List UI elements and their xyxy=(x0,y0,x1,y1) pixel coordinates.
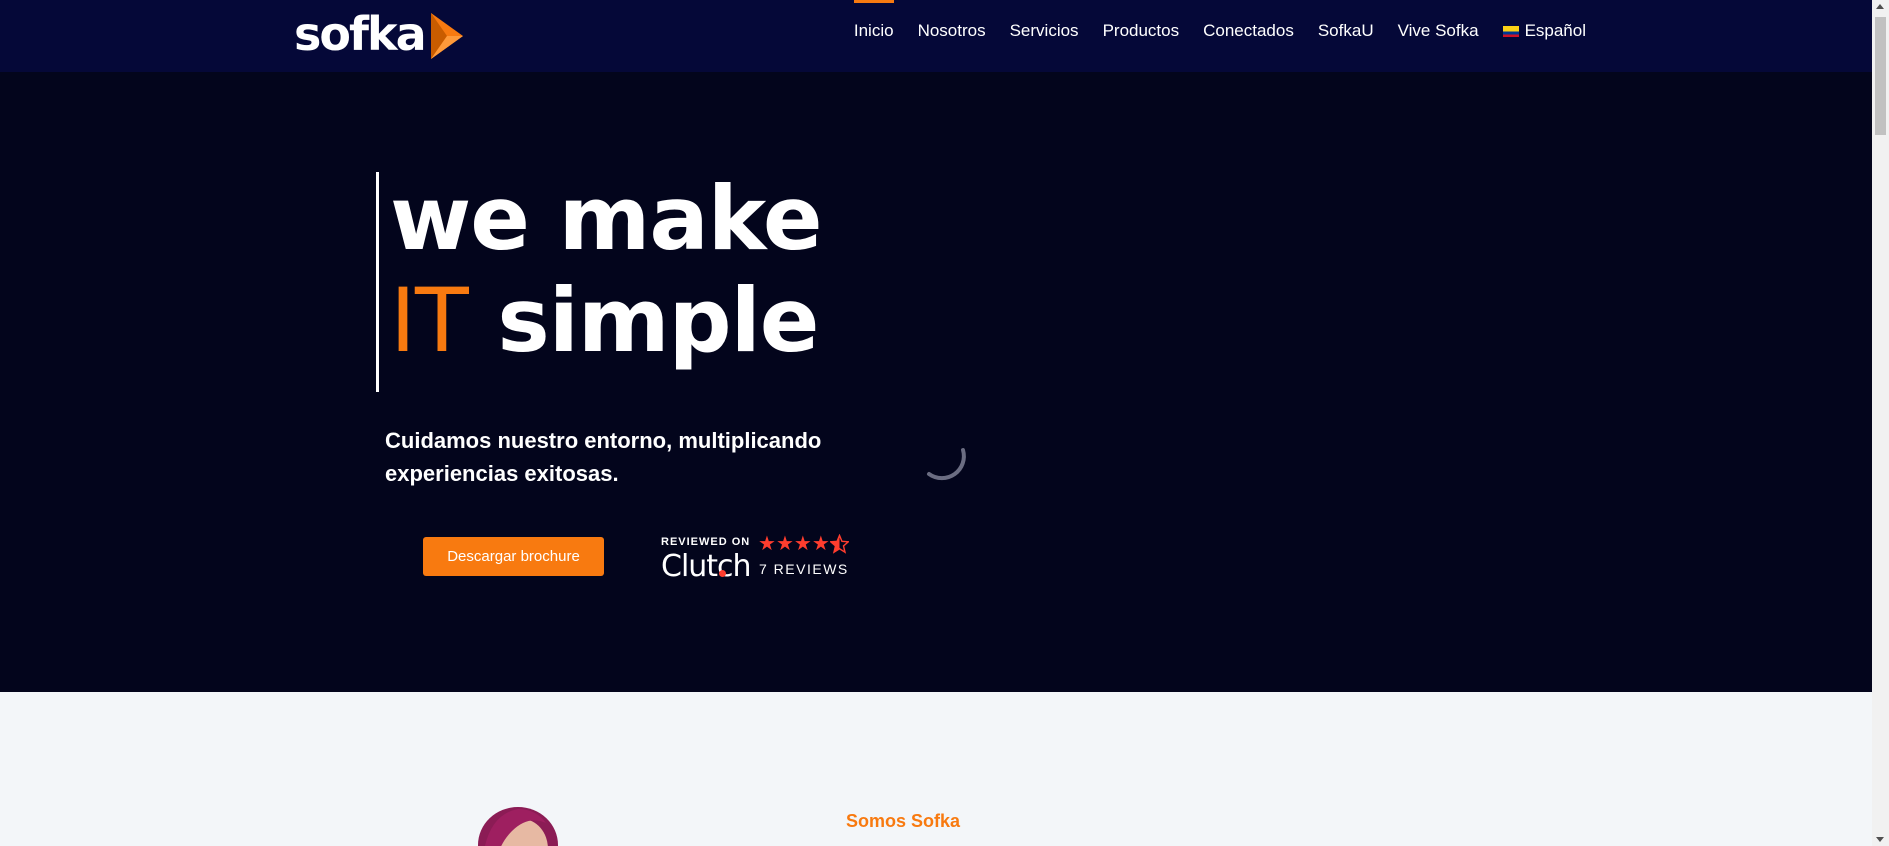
sofka-logo[interactable]: sofka xyxy=(294,6,465,62)
nav-item-sofkau[interactable]: SofkaU xyxy=(1318,0,1374,62)
clutch-reviews-count: 7 REVIEWS xyxy=(759,561,849,577)
nav-item-productos[interactable]: Productos xyxy=(1103,0,1180,62)
headline-line-2: IT simple xyxy=(390,270,822,372)
headline-line-1: we make xyxy=(390,167,823,270)
main-nav: Inicio Nosotros Servicios Productos Cone… xyxy=(830,0,1586,62)
logo-wordmark: sofka xyxy=(294,7,427,61)
star-icon: ★ xyxy=(793,533,812,555)
nav-item-inicio[interactable]: Inicio xyxy=(853,0,894,62)
download-brochure-button[interactable]: Descargar brochure xyxy=(423,537,604,576)
colombia-flag-icon xyxy=(1502,25,1519,37)
site-header: sofka Inicio Nosotros Servicios Producto… xyxy=(0,0,1872,72)
scroll-down-arrow-icon[interactable] xyxy=(1876,837,1884,842)
half-star-icon xyxy=(829,534,849,554)
nav-item-conectados[interactable]: Conectados xyxy=(1203,0,1294,62)
star-icon: ★ xyxy=(775,533,794,555)
nav-item-nosotros[interactable]: Nosotros xyxy=(918,0,986,62)
nav-item-servicios[interactable]: Servicios xyxy=(1010,0,1079,62)
team-member-photo xyxy=(478,807,558,846)
logo-diamond-icon xyxy=(430,13,463,59)
hero-section: we make IT simple Cuidamos nuestro entor… xyxy=(0,72,1872,692)
star-rating: ★ ★ ★ ★ xyxy=(758,534,849,554)
headline-accent-word: IT xyxy=(390,269,469,372)
page-scrollbar[interactable] xyxy=(1872,0,1889,846)
clutch-reviewed-on: REVIEWED ON xyxy=(661,536,751,548)
clutch-logo: Clutch xyxy=(661,549,752,584)
star-icon: ★ xyxy=(811,533,830,555)
spinner-icon xyxy=(927,448,966,481)
language-selector[interactable]: Español xyxy=(1502,0,1586,62)
clutch-review-badge[interactable]: REVIEWED ON Clutch ★ ★ ★ ★ 7 REVIEWS xyxy=(661,534,851,584)
scroll-up-arrow-icon[interactable] xyxy=(1876,4,1884,9)
hero-headline: we make IT simple xyxy=(390,167,823,372)
clutch-dot xyxy=(719,570,726,577)
hero-subtitle: Cuidamos nuestro entorno, multiplicando … xyxy=(385,428,822,486)
language-label: Español xyxy=(1524,21,1586,40)
nav-item-vive-sofka[interactable]: Vive Sofka xyxy=(1398,0,1479,62)
headline-line-2-rest: simple xyxy=(467,269,819,372)
headline-accent-bar xyxy=(376,172,379,392)
page: sofka Inicio Nosotros Servicios Producto… xyxy=(0,0,1872,846)
scrollbar-thumb[interactable] xyxy=(1875,17,1886,135)
somos-sofka-heading: Somos Sofka xyxy=(846,811,961,831)
star-icon: ★ xyxy=(758,533,776,555)
